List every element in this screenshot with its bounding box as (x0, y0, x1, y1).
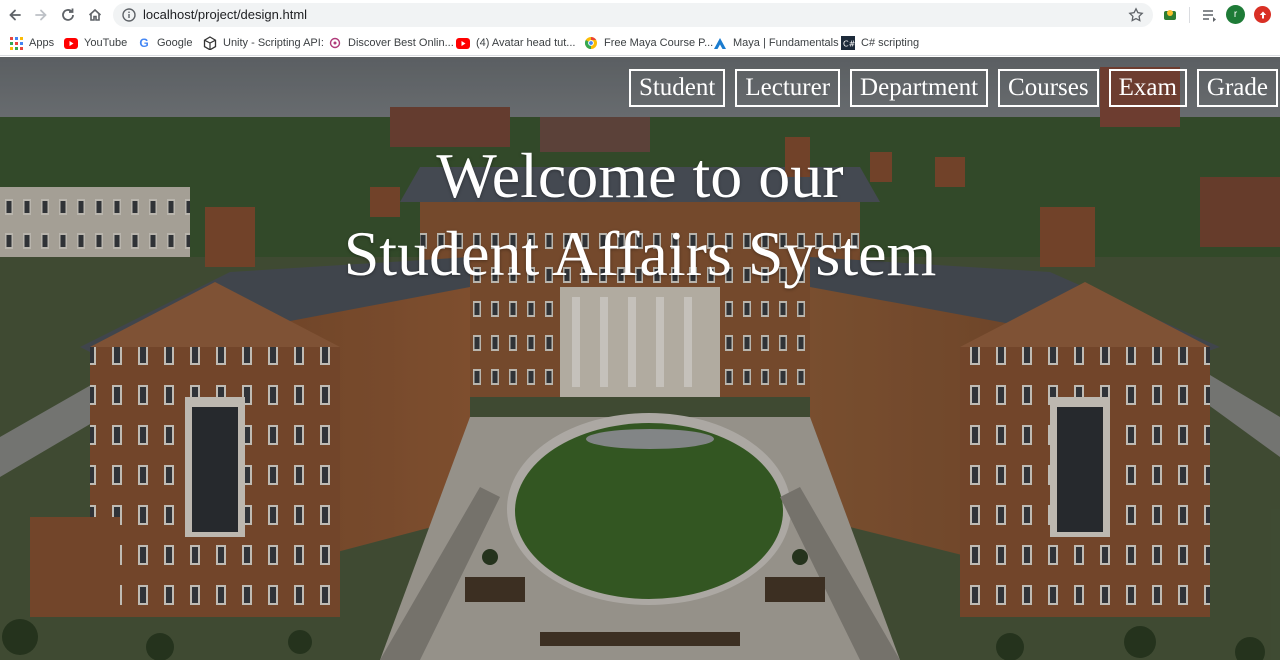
bookmark-google[interactable]: G Google (137, 34, 192, 52)
media-queue-icon[interactable] (1200, 6, 1218, 24)
bookmark-label: Free Maya Course P... (604, 37, 714, 49)
bookmark-discover[interactable]: Discover Best Onlin... (328, 34, 454, 52)
info-icon[interactable] (122, 8, 136, 22)
address-bar[interactable]: localhost/project/design.html (113, 3, 1153, 27)
bookmark-unity[interactable]: Unity - Scripting API: (203, 34, 324, 52)
discover-icon (328, 36, 342, 50)
hero-line-1: Welcome to our (436, 140, 844, 211)
unity-icon (203, 36, 217, 50)
bookmark-label: Unity - Scripting API: (223, 37, 324, 49)
bookmark-avatar-tutorial[interactable]: (4) Avatar head tut... (456, 34, 575, 52)
profile-initial: r (1233, 9, 1238, 20)
google-icon: G (139, 36, 149, 50)
bookmark-label: Maya | Fundamentals (733, 37, 839, 49)
reload-icon (62, 8, 74, 21)
csharp-icon: C# (841, 36, 855, 50)
nav-grade[interactable]: Grade (1196, 69, 1278, 107)
home-button[interactable] (85, 5, 105, 25)
profile-avatar[interactable]: r (1226, 5, 1245, 24)
youtube-icon (456, 36, 470, 50)
bookmark-youtube[interactable]: YouTube (64, 34, 127, 52)
arrow-left-icon (9, 9, 21, 21)
extension-icon[interactable] (1161, 6, 1179, 24)
bookmark-label: YouTube (84, 37, 128, 49)
nav-exam[interactable]: Exam (1108, 69, 1187, 107)
svg-text:C#: C# (843, 40, 855, 49)
youtube-icon (64, 36, 78, 50)
nav-department[interactable]: Department (850, 69, 989, 107)
bookmark-maya-fundamentals[interactable]: Maya | Fundamentals (713, 34, 839, 52)
bookmark-label: (4) Avatar head tut... (476, 37, 576, 49)
apps-grid-icon (9, 36, 23, 50)
autodesk-icon (713, 36, 727, 50)
forward-button[interactable] (31, 5, 51, 25)
bookmark-label: Apps (29, 37, 55, 49)
hero-line-2: Student Affairs System (343, 218, 937, 289)
maya-course-icon (584, 36, 598, 50)
home-icon (88, 8, 102, 21)
arrow-right-icon (35, 9, 47, 21)
main-navigation: Student Lecturer Department Courses Exam… (628, 69, 1278, 107)
url-text[interactable]: localhost/project/design.html (143, 7, 307, 22)
page-viewport: Student Lecturer Department Courses Exam… (0, 57, 1280, 660)
bookmark-csharp[interactable]: C# C# scripting (841, 34, 919, 52)
bookmark-star-icon[interactable] (1128, 7, 1144, 23)
reload-button[interactable] (58, 5, 78, 25)
bookmark-maya-course[interactable]: Free Maya Course P... (584, 34, 713, 52)
bookmarks-bar: Apps YouTube G Google Unity - Scripting … (0, 30, 1280, 56)
toolbar-divider (1189, 7, 1190, 23)
bookmark-label: Google (157, 37, 193, 49)
bookmark-apps[interactable]: Apps (9, 34, 54, 52)
nav-lecturer[interactable]: Lecturer (735, 69, 841, 107)
back-button[interactable] (5, 5, 25, 25)
update-button[interactable] (1254, 6, 1271, 23)
browser-toolbar: localhost/project/design.html r (0, 0, 1280, 30)
bookmark-label: C# scripting (861, 37, 920, 49)
bookmark-label: Discover Best Onlin... (348, 37, 454, 49)
nav-courses[interactable]: Courses (998, 69, 1099, 107)
hero-heading: Welcome to our Student Affairs System (0, 137, 1280, 293)
nav-student[interactable]: Student (628, 69, 726, 107)
arrow-up-icon (1259, 11, 1266, 18)
